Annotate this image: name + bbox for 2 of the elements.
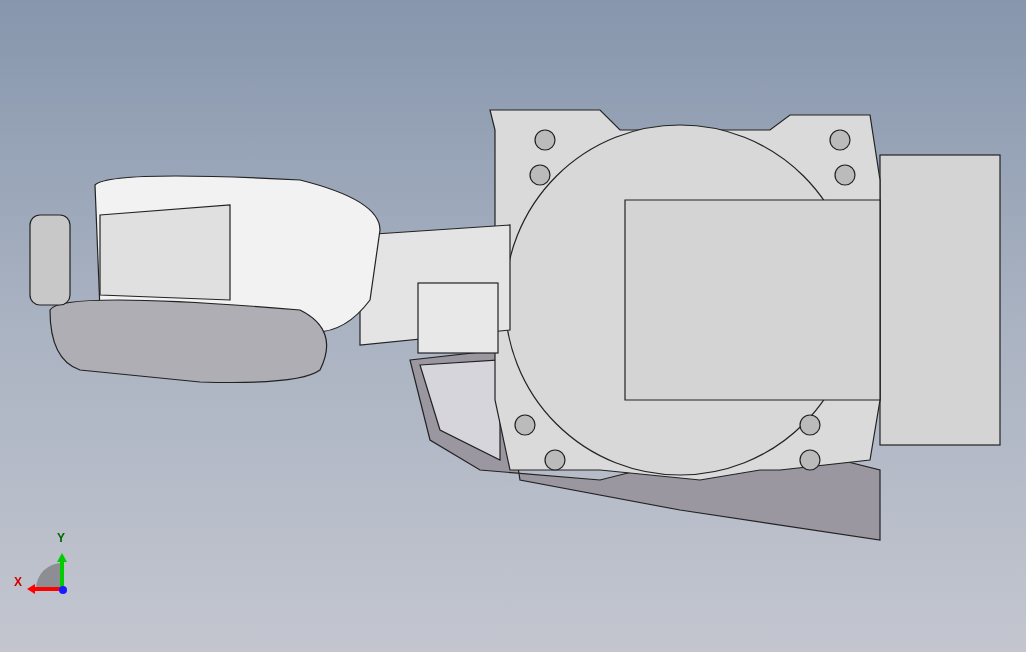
- y-axis-label: Y: [57, 532, 65, 544]
- x-axis-label: X: [14, 576, 22, 588]
